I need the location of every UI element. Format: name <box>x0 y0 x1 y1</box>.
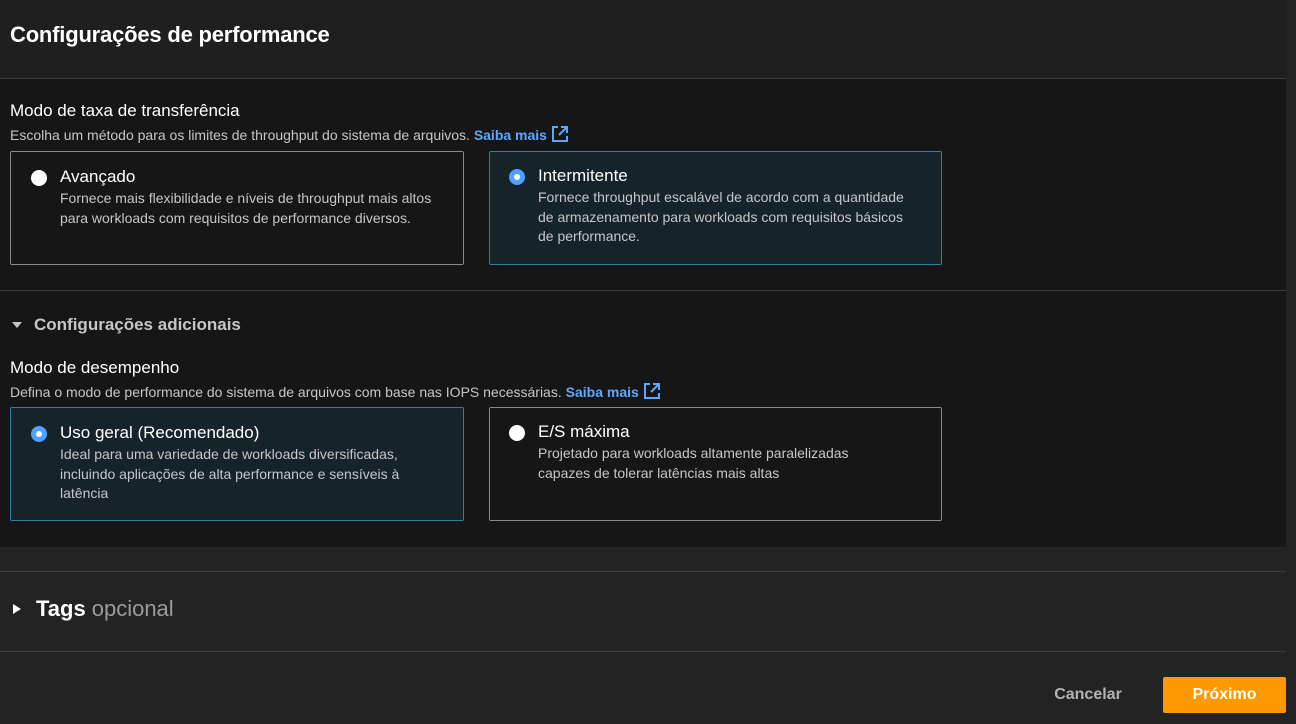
radio-avancado[interactable] <box>31 170 47 186</box>
option-description: Fornece mais flexibilidade e níveis de t… <box>60 190 432 226</box>
scroll-gutter <box>1286 0 1296 547</box>
caret-down-icon <box>12 322 22 328</box>
throughput-description-text: Escolha um método para os limites de thr… <box>10 127 470 143</box>
page: Configurações de performance Modo de tax… <box>0 0 1296 724</box>
additional-settings-label: Configurações adicionais <box>34 315 241 334</box>
radio-uso-geral[interactable] <box>31 426 47 442</box>
caret-right-icon <box>13 604 21 614</box>
option-title: E/S máxima <box>538 422 630 441</box>
option-title: Uso geral (Recomendado) <box>60 423 260 442</box>
performance-option-es-maxima[interactable]: E/S máxima Projetado para workloads alta… <box>489 407 942 521</box>
throughput-mode-label: Modo de taxa de transferência <box>10 101 240 120</box>
panel-header: Configurações de performance <box>0 0 1286 79</box>
external-link-icon <box>643 383 660 399</box>
next-button[interactable]: Próximo <box>1163 677 1286 713</box>
external-link-icon <box>551 126 568 142</box>
section-divider <box>0 290 1286 291</box>
performance-learn-more-link[interactable]: Saiba mais <box>566 383 661 400</box>
throughput-option-avancado[interactable]: Avançado Fornece mais flexibilidade e ní… <box>10 151 464 265</box>
radio-intermitente[interactable] <box>509 169 525 185</box>
performance-description-text: Defina o modo de performance do sistema … <box>10 384 562 400</box>
additional-settings-toggle[interactable]: Configurações adicionais <box>10 315 241 335</box>
performance-mode-label: Modo de desempenho <box>10 358 180 377</box>
performance-mode-description: Defina o modo de performance do sistema … <box>10 382 661 400</box>
cancel-button[interactable]: Cancelar <box>1036 677 1140 713</box>
tags-optional-label: opcional <box>91 596 174 621</box>
throughput-option-intermitente[interactable]: Intermitente Fornece throughput escaláve… <box>489 151 942 265</box>
performance-option-uso-geral[interactable]: Uso geral (Recomendado) Ideal para uma v… <box>10 407 464 521</box>
tags-title: Tags <box>36 596 86 621</box>
option-title: Intermitente <box>538 166 628 185</box>
performance-settings-panel: Configurações de performance Modo de tax… <box>0 0 1286 547</box>
tags-top-divider <box>0 571 1286 572</box>
panel-title: Configurações de performance <box>10 22 330 47</box>
throughput-mode-description: Escolha um método para os limites de thr… <box>10 125 569 143</box>
option-description: Projetado para workloads altamente paral… <box>538 445 849 481</box>
tags-toggle[interactable]: Tags opcional <box>10 596 174 622</box>
radio-es-maxima[interactable] <box>509 425 525 441</box>
option-description: Ideal para uma variedade de workloads di… <box>60 446 400 501</box>
option-title: Avançado <box>60 167 136 186</box>
throughput-learn-more-link[interactable]: Saiba mais <box>474 126 569 143</box>
tags-bottom-divider <box>0 651 1286 652</box>
option-description: Fornece throughput escalável de acordo c… <box>538 189 904 244</box>
